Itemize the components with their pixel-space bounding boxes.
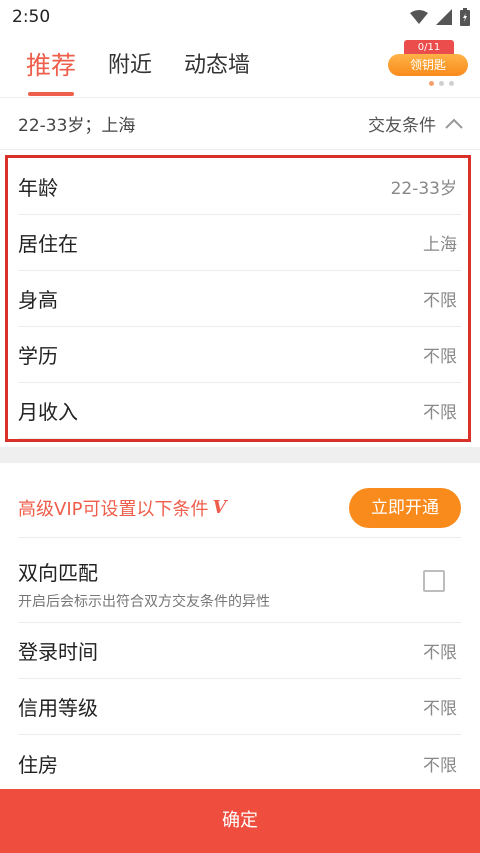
- carousel-dots: [429, 81, 454, 86]
- filter-value: 不限: [423, 699, 457, 719]
- get-key-promo[interactable]: 0/11 领钥匙: [388, 38, 468, 88]
- carousel-dot: [449, 81, 454, 86]
- mutual-match-row[interactable]: 双向匹配 开启后会标示出符合双方交友条件的异性: [18, 539, 461, 623]
- active-tab-indicator: [28, 91, 75, 96]
- filter-row-housing[interactable]: 住房 不限: [18, 735, 461, 791]
- section-divider: [0, 447, 480, 463]
- top-tab-bar: 推荐 附近 动态墙 0/11 领钥匙: [0, 34, 480, 98]
- filter-row-login-time[interactable]: 登录时间 不限: [18, 623, 461, 679]
- filter-row-residence[interactable]: 居住在 上海: [18, 215, 461, 271]
- status-time: 2:50: [12, 7, 51, 27]
- promo-count: 0/11: [404, 40, 454, 55]
- mutual-match-description: 开启后会标示出符合双方交友条件的异性: [18, 594, 270, 610]
- carousel-dot: [429, 81, 434, 86]
- tab-moments[interactable]: 动态墙: [184, 34, 250, 98]
- vip-section-header: 高级VIP可设置以下条件 V 立即开通: [18, 478, 461, 538]
- filter-row-credit-level[interactable]: 信用等级 不限: [18, 679, 461, 735]
- filter-row-height[interactable]: 身高 不限: [18, 271, 461, 327]
- filter-value: 22-33岁: [390, 179, 457, 199]
- filter-value: 上海: [423, 235, 457, 255]
- tab-recommend-label: 推荐: [26, 50, 77, 80]
- filter-label: 学历: [18, 344, 58, 368]
- battery-icon: [460, 8, 470, 26]
- vip-title-text: 高级VIP可设置以下条件: [18, 498, 209, 520]
- filter-summary-text: 22-33岁；上海: [18, 116, 136, 136]
- filter-row-age[interactable]: 年龄 22-33岁: [18, 159, 461, 215]
- tab-recommend[interactable]: 推荐: [26, 34, 76, 98]
- filter-label: 住房: [18, 752, 58, 777]
- mutual-match-checkbox[interactable]: [423, 570, 445, 592]
- filter-toggle[interactable]: 交友条件: [368, 111, 464, 136]
- wifi-icon: [410, 10, 428, 24]
- status-icons: [410, 8, 470, 26]
- filter-toggle-label: 交友条件: [368, 116, 436, 136]
- filter-value: 不限: [423, 403, 457, 423]
- mutual-match-title: 双向匹配: [18, 561, 98, 585]
- filter-value: 不限: [423, 643, 457, 663]
- tab-moments-label: 动态墙: [184, 52, 251, 78]
- filter-label: 年龄: [18, 176, 58, 200]
- open-vip-button[interactable]: 立即开通: [349, 487, 461, 528]
- tab-nearby-label: 附近: [108, 52, 153, 78]
- confirm-button[interactable]: 确定: [0, 789, 480, 853]
- filter-row-income[interactable]: 月收入 不限: [18, 383, 461, 439]
- vip-badge-icon: V: [212, 497, 227, 518]
- tab-nearby[interactable]: 附近: [108, 34, 152, 98]
- filter-summary-bar[interactable]: 22-33岁；上海 交友条件: [0, 98, 480, 150]
- carousel-dot: [439, 81, 444, 86]
- chevron-up-icon: [445, 118, 463, 129]
- filter-value: 不限: [423, 291, 457, 311]
- filter-label: 月收入: [18, 400, 78, 424]
- filter-label: 身高: [18, 288, 58, 312]
- filter-label: 居住在: [18, 232, 78, 256]
- filter-value: 不限: [423, 347, 457, 367]
- vip-title: 高级VIP可设置以下条件 V: [18, 495, 226, 521]
- filter-label: 信用等级: [18, 696, 98, 720]
- signal-icon: [436, 9, 452, 25]
- get-key-button[interactable]: 领钥匙: [388, 54, 468, 76]
- filter-row-education[interactable]: 学历 不限: [18, 327, 461, 383]
- filter-value: 不限: [423, 755, 457, 776]
- status-bar: 2:50: [0, 0, 480, 34]
- filter-label: 登录时间: [18, 640, 98, 664]
